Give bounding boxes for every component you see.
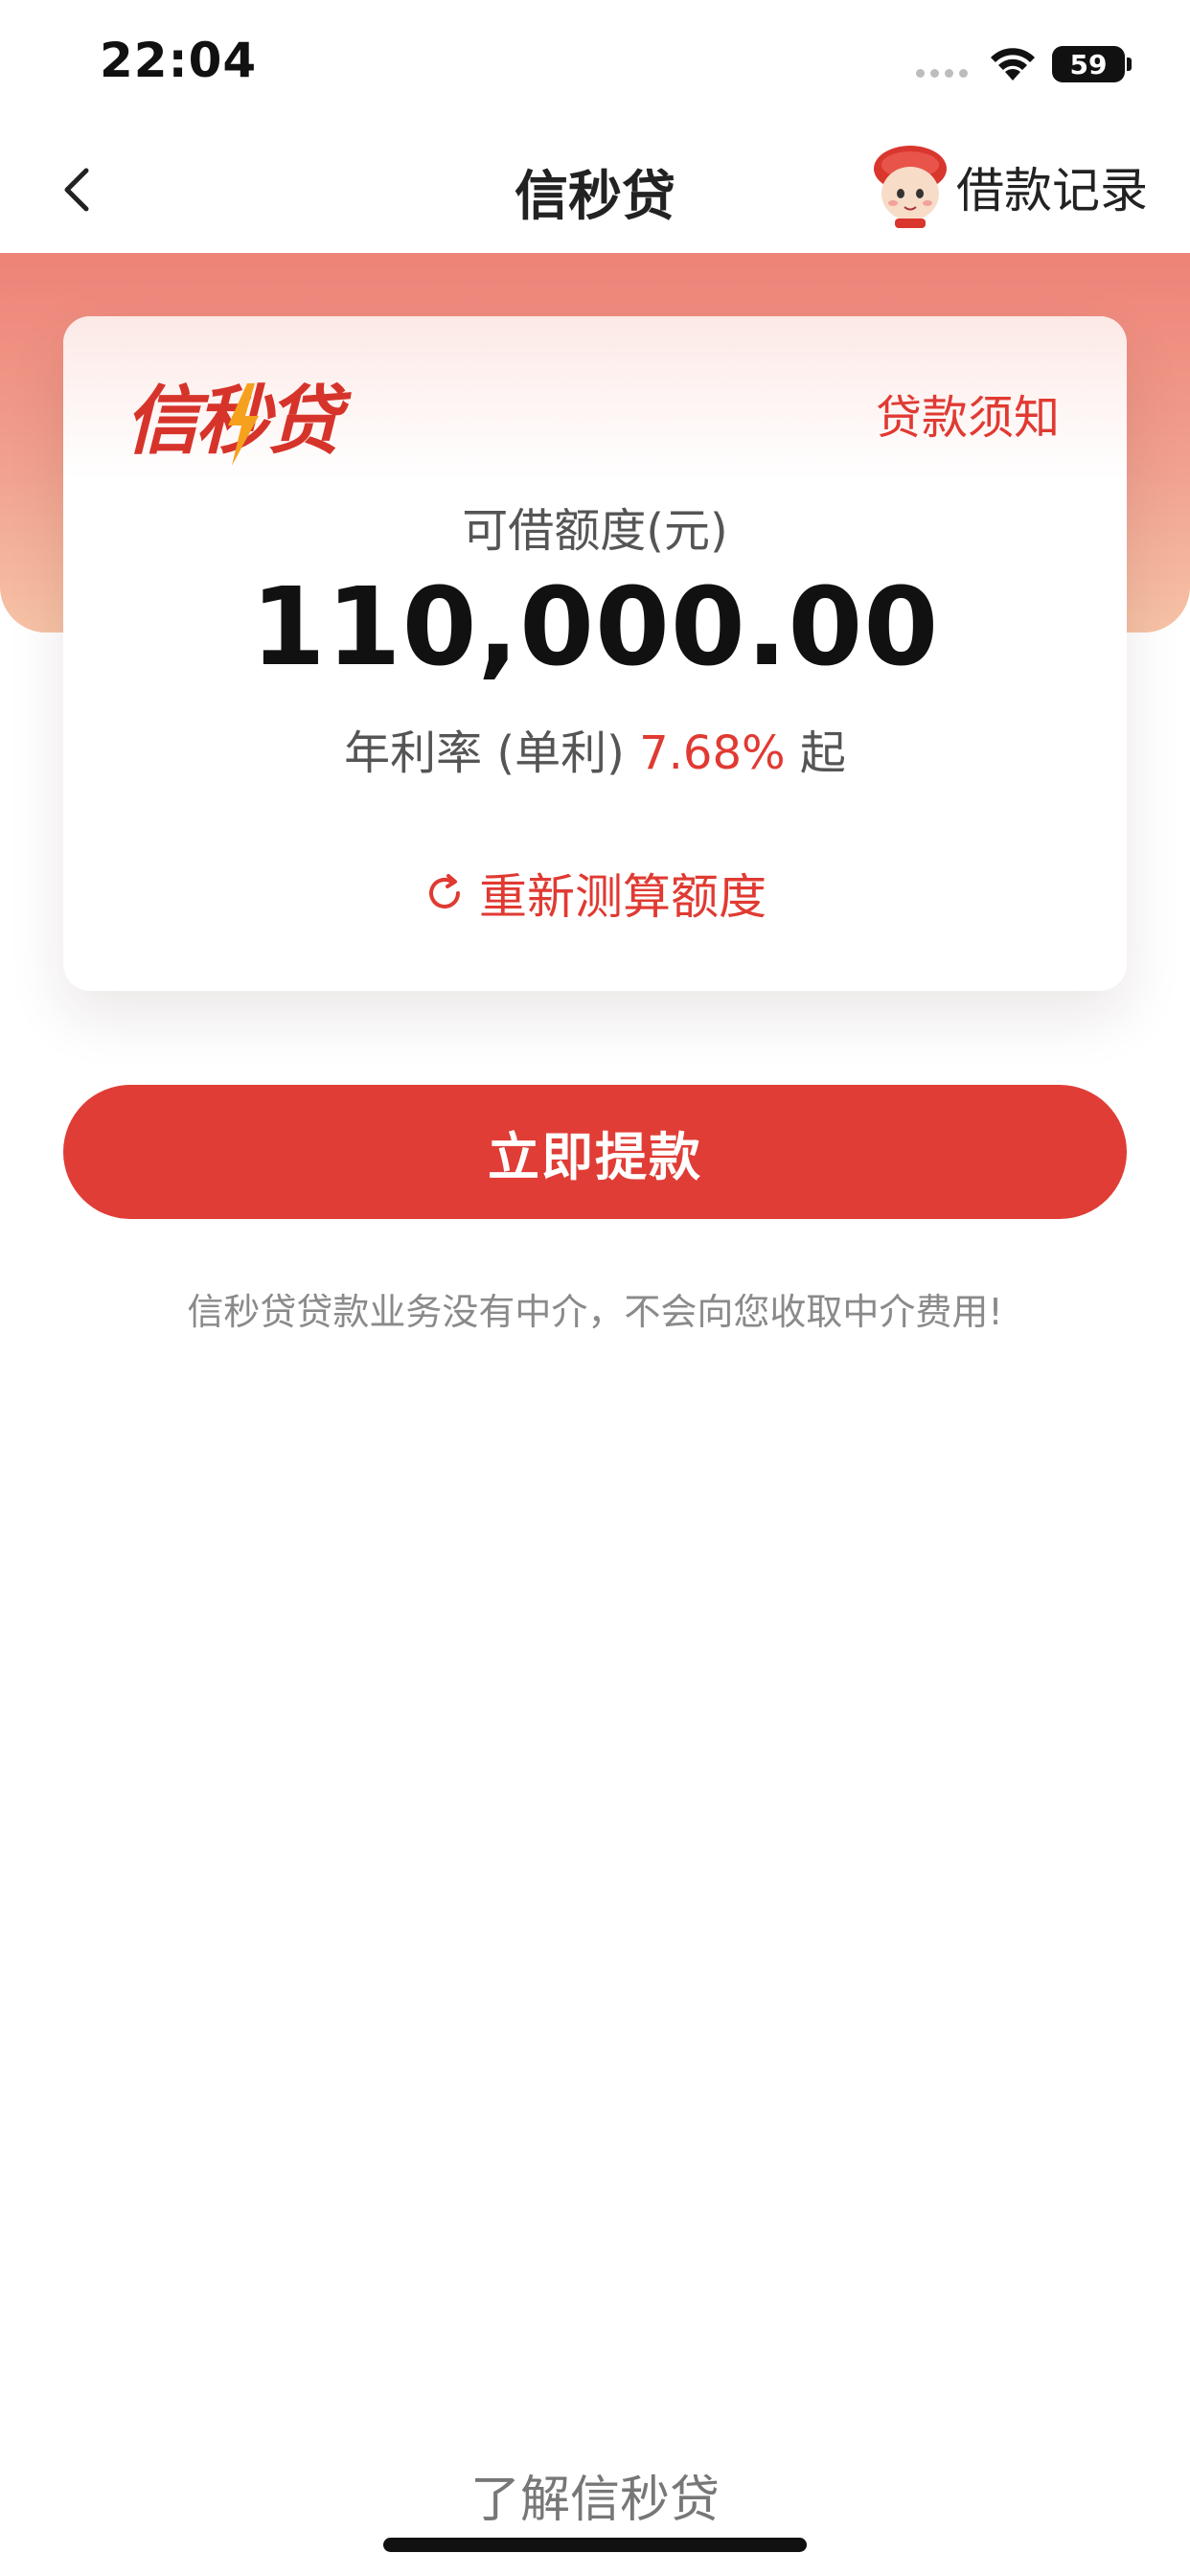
status-bar: 22:04 59	[0, 0, 1190, 125]
available-limit-amount: 110,000.00	[250, 565, 940, 690]
no-intermediary-disclaimer: 信秒贷贷款业务没有中介，不会向您收取中介费用!	[187, 1291, 1003, 1333]
rate-suffix: 起	[785, 726, 846, 780]
cellular-signal-icon	[916, 69, 968, 78]
home-indicator[interactable]	[383, 2538, 807, 2552]
battery-indicator: 59	[1052, 46, 1125, 82]
recalculate-limit-button[interactable]: 重新测算额度	[63, 859, 1127, 928]
status-time: 22:04	[100, 33, 258, 88]
loan-records-button[interactable]: 借款记录	[866, 144, 1148, 230]
navigation-bar: 信秒贷 借款记录	[0, 125, 1190, 253]
loan-records-label: 借款记录	[956, 163, 1148, 218]
loan-notice-link[interactable]: 贷款须知	[876, 380, 1060, 447]
rate-prefix: 年利率 (单利)	[344, 726, 640, 780]
available-limit-label: 可借额度(元)	[462, 504, 728, 558]
rate-value: 7.68%	[639, 726, 786, 780]
battery-level: 59	[1069, 48, 1108, 80]
withdraw-now-button[interactable]: 立即提款	[63, 1085, 1127, 1219]
annual-rate-line: 年利率 (单利) 7.68% 起	[63, 715, 1127, 782]
mascot-icon	[874, 146, 947, 228]
credit-limit-card: 信秒贷 贷款须知 可借额度(元) 110,000.00 年利率 (单利) 7.6…	[63, 316, 1127, 991]
refresh-icon	[429, 874, 460, 908]
battery-tip	[1127, 58, 1132, 71]
wifi-icon	[991, 48, 1035, 80]
brand-logo: 信秒贷	[125, 379, 355, 466]
recalculate-limit-label: 重新测算额度	[479, 869, 767, 925]
learn-more-link[interactable]: 了解信秒贷	[0, 2459, 1190, 2531]
